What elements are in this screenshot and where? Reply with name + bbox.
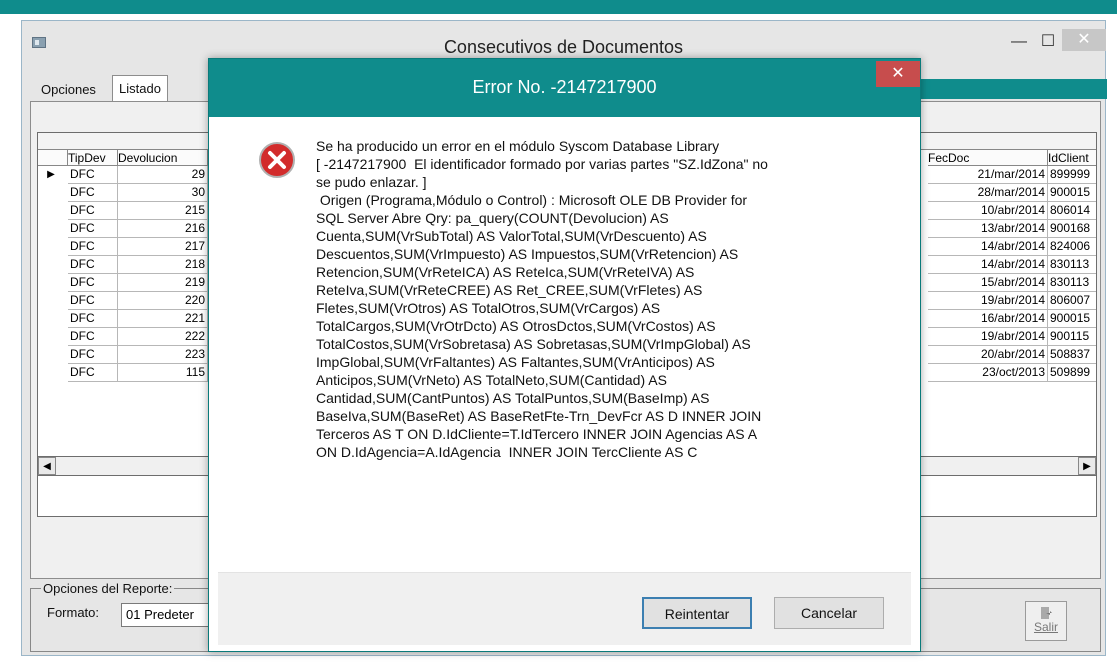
grid-header-tipdev[interactable]: TipDev (68, 150, 118, 166)
main-window-title: Consecutivos de Documentos (443, 37, 684, 57)
grid-cell-devolucion[interactable]: 221 (118, 310, 208, 328)
grid-cell-tipdev[interactable]: DFC (68, 274, 118, 292)
grid-cell-fecdoc[interactable]: 21/mar/2014 (928, 166, 1048, 184)
exit-door-icon (1041, 607, 1052, 619)
dialog-close-button[interactable]: ✕ (876, 61, 920, 87)
grid-cell-idcliente[interactable]: 508837 (1048, 346, 1096, 364)
grid-cell-fecdoc[interactable]: 19/abr/2014 (928, 292, 1048, 310)
grid-cell-idcliente[interactable]: 806007 (1048, 292, 1096, 310)
grid-cell-tipdev[interactable]: DFC (68, 310, 118, 328)
grid-cell-tipdev[interactable]: DFC (68, 202, 118, 220)
row-selector[interactable] (38, 292, 64, 310)
exit-label: Salir (1033, 620, 1058, 634)
row-selector[interactable] (38, 202, 64, 220)
grid-cell-tipdev[interactable]: DFC (68, 364, 118, 382)
tab-opciones[interactable]: Opciones (35, 79, 102, 101)
grid-header-fecdoc[interactable]: FecDoc (928, 150, 1048, 166)
row-selector[interactable] (38, 220, 64, 238)
scroll-right-icon[interactable]: ▶ (1078, 457, 1096, 475)
cancel-button[interactable]: Cancelar (774, 597, 884, 629)
report-options-legend: Opciones del Reporte: (41, 581, 175, 596)
grid-cell-tipdev[interactable]: DFC (68, 184, 118, 202)
minimize-button[interactable]: — (1009, 31, 1029, 53)
grid-header-corner (38, 150, 68, 166)
grid-header-devolucion[interactable]: Devolucion (118, 150, 208, 166)
grid-cell-tipdev[interactable]: DFC (68, 238, 118, 256)
grid-cell-devolucion[interactable]: 219 (118, 274, 208, 292)
close-button[interactable]: ✕ (1062, 29, 1106, 51)
error-dialog-body: Se ha producido un error en el módulo Sy… (218, 117, 911, 572)
grid-cell-idcliente[interactable]: 830113 (1048, 274, 1096, 292)
grid-cell-tipdev[interactable]: DFC (68, 292, 118, 310)
grid-cell-devolucion[interactable]: 218 (118, 256, 208, 274)
format-label: Formato: (47, 605, 100, 620)
background-teal-bar (0, 0, 1117, 14)
scroll-left-icon[interactable]: ◀ (38, 457, 56, 475)
main-titlebar: Consecutivos de Documentos — ☐ ✕ (22, 21, 1106, 59)
grid-cell-idcliente[interactable]: 900015 (1048, 310, 1096, 328)
grid-cell-idcliente[interactable]: 824006 (1048, 238, 1096, 256)
grid-cell-devolucion[interactable]: 30 (118, 184, 208, 202)
row-selector[interactable] (38, 328, 64, 346)
grid-header-idcliente[interactable]: IdClient (1048, 150, 1096, 166)
row-selector[interactable] (38, 238, 64, 256)
grid-cell-idcliente[interactable]: 509899 (1048, 364, 1096, 382)
grid-cell-idcliente[interactable]: 900015 (1048, 184, 1096, 202)
grid-cell-idcliente[interactable]: 900115 (1048, 328, 1096, 346)
error-dialog-title: Error No. -2147217900 (472, 77, 657, 97)
row-selector[interactable] (38, 364, 64, 382)
grid-cell-fecdoc[interactable]: 28/mar/2014 (928, 184, 1048, 202)
grid-cell-devolucion[interactable]: 222 (118, 328, 208, 346)
exit-button[interactable]: Salir (1025, 601, 1067, 641)
tab-listado[interactable]: Listado (112, 75, 168, 102)
grid-cell-devolucion[interactable]: 215 (118, 202, 208, 220)
row-selector[interactable] (38, 310, 64, 328)
error-icon (259, 142, 295, 178)
error-dialog-titlebar: Error No. -2147217900 ✕ (209, 59, 920, 117)
row-selector[interactable] (38, 256, 64, 274)
grid-cell-devolucion[interactable]: 220 (118, 292, 208, 310)
grid-cell-tipdev[interactable]: DFC (68, 256, 118, 274)
grid-cell-fecdoc[interactable]: 13/abr/2014 (928, 220, 1048, 238)
grid-cell-fecdoc[interactable]: 20/abr/2014 (928, 346, 1048, 364)
grid-cell-fecdoc[interactable]: 14/abr/2014 (928, 256, 1048, 274)
grid-cell-fecdoc[interactable]: 15/abr/2014 (928, 274, 1048, 292)
dialog-button-bar: Reintentar Cancelar (218, 572, 911, 645)
grid-cell-tipdev[interactable]: DFC (68, 346, 118, 364)
error-message: Se ha producido un error en el módulo Sy… (316, 138, 768, 460)
grid-cell-tipdev[interactable]: DFC (68, 166, 118, 184)
grid-cell-tipdev[interactable]: DFC (68, 328, 118, 346)
row-selector[interactable] (38, 184, 64, 202)
row-selector[interactable] (38, 274, 64, 292)
grid-cell-devolucion[interactable]: 223 (118, 346, 208, 364)
grid-cell-idcliente[interactable]: 900168 (1048, 220, 1096, 238)
grid-cell-devolucion[interactable]: 216 (118, 220, 208, 238)
row-selector[interactable]: ▶ (38, 166, 64, 184)
grid-cell-tipdev[interactable]: DFC (68, 220, 118, 238)
grid-cell-fecdoc[interactable]: 23/oct/2013 (928, 364, 1048, 382)
error-dialog: Error No. -2147217900 ✕ Se ha producido … (208, 58, 921, 652)
maximize-button[interactable]: ☐ (1038, 31, 1058, 53)
grid-cell-idcliente[interactable]: 830113 (1048, 256, 1096, 274)
row-selector[interactable] (38, 346, 64, 364)
grid-cell-fecdoc[interactable]: 16/abr/2014 (928, 310, 1048, 328)
grid-cell-fecdoc[interactable]: 14/abr/2014 (928, 238, 1048, 256)
grid-cell-devolucion[interactable]: 115 (118, 364, 208, 382)
grid-cell-idcliente[interactable]: 899999 (1048, 166, 1096, 184)
grid-cell-devolucion[interactable]: 29 (118, 166, 208, 184)
grid-cell-devolucion[interactable]: 217 (118, 238, 208, 256)
grid-cell-fecdoc[interactable]: 10/abr/2014 (928, 202, 1048, 220)
grid-cell-fecdoc[interactable]: 19/abr/2014 (928, 328, 1048, 346)
retry-button[interactable]: Reintentar (642, 597, 752, 629)
grid-cell-idcliente[interactable]: 806014 (1048, 202, 1096, 220)
